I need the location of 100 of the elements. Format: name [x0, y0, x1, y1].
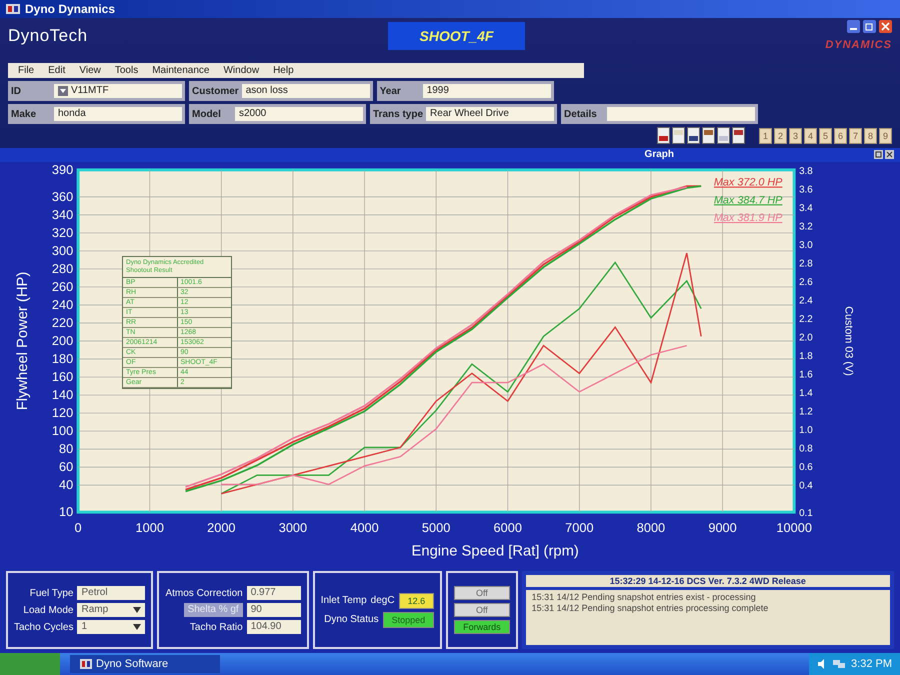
x-tick-label: 7000 [565, 520, 594, 535]
menu-item[interactable]: Edit [46, 65, 68, 76]
field-label: Customer [192, 86, 239, 96]
y2-tick-label: 1.6 [799, 369, 813, 380]
y-tick-label: 80 [59, 440, 74, 456]
y2-tick-label: 2.8 [799, 258, 813, 270]
clock-time: 3:32 PM [851, 658, 892, 670]
text-field[interactable]: Petrol [77, 586, 146, 600]
toggle-button[interactable]: Off [454, 586, 510, 600]
field-label: Year [380, 86, 402, 96]
toggle-button[interactable]: Off [454, 603, 510, 617]
x-tick-label: 4000 [350, 520, 379, 535]
x-tick-label: 8000 [636, 520, 666, 535]
taskbar-button[interactable]: Dyno Software [70, 655, 220, 673]
run-number-button[interactable]: 1 [759, 128, 772, 144]
field-label: Make [11, 108, 38, 120]
run-number-button[interactable]: 4 [804, 128, 817, 144]
y-tick-label: 10 [59, 504, 74, 519]
y2-tick-label: 0.8 [799, 443, 813, 454]
y2-tick-label: 3.8 [799, 166, 813, 177]
field-label: Tacho Cycles [14, 622, 74, 632]
text-field[interactable]: honda [54, 107, 182, 121]
legend-label: Max 381.9 HP [714, 212, 782, 224]
y2-tick-label: 2.6 [799, 276, 813, 288]
menu-item[interactable]: Tools [112, 65, 140, 76]
field-label: Atmos Correction [165, 588, 243, 598]
y2-tick-label: 2.0 [799, 332, 813, 344]
y2-tick-label: 1.0 [799, 424, 813, 436]
x-tick-label: 10000 [776, 520, 812, 535]
y-tick-label: 200 [52, 332, 74, 348]
x-tick-label: 9000 [708, 520, 737, 535]
field-label: Model [192, 108, 222, 120]
menu-item[interactable]: File [16, 65, 36, 76]
status-header: 15:32:29 14-12-16 DCS Ver. 7.3.2 4WD Release [526, 575, 890, 587]
y2-tick-label: 1.2 [799, 406, 813, 418]
dropdown-field[interactable]: V11MTF [54, 84, 182, 98]
status-indicator: Stopped [382, 612, 434, 628]
menu-item[interactable]: Help [271, 65, 296, 76]
x-tick-label: 6000 [494, 520, 522, 535]
text-field[interactable]: 104.90 [246, 620, 301, 634]
text-field[interactable]: Rear Wheel Drive [426, 107, 554, 121]
y-tick-label: 240 [52, 296, 74, 312]
run-number-button[interactable]: 7 [849, 128, 862, 144]
y2-tick-label: 3.0 [799, 240, 813, 251]
menu-item[interactable]: View [77, 65, 103, 76]
status-indicator: 12.6 [398, 592, 434, 608]
log-entry: 15:31 14/12 Pending snapshot entries exist - processing [532, 592, 757, 602]
field-label: Details [564, 108, 598, 120]
y2-axis-title: Custom 03 (V) [842, 306, 854, 376]
y-tick-label: 140 [52, 386, 74, 402]
dropdown-field[interactable]: Ramp [77, 603, 146, 617]
run-number-button[interactable]: 6 [834, 128, 847, 144]
y-tick-label: 160 [52, 368, 74, 384]
y-tick-label: 320 [52, 224, 74, 240]
y-tick-label: 360 [52, 188, 74, 204]
run-number-button[interactable]: 5 [819, 128, 832, 144]
y-tick-label: 260 [52, 278, 74, 294]
field-label: ID [11, 86, 22, 96]
dropdown-field[interactable]: 1 [77, 620, 146, 634]
field-label: Tacho Ratio [190, 622, 243, 632]
y2-tick-label: 0.4 [799, 480, 813, 492]
y2-tick-label: 2.2 [799, 314, 813, 325]
field-label: Load Mode [23, 604, 74, 616]
run-number-button[interactable]: 3 [789, 128, 802, 144]
y-tick-label: 120 [52, 404, 74, 420]
y2-tick-label: 3.4 [799, 202, 813, 214]
x-tick-label: 0 [74, 520, 82, 535]
brand-logo: DYNAMICS [825, 39, 892, 51]
y-tick-label: 60 [59, 458, 74, 474]
text-field[interactable]: 1999 [422, 84, 551, 98]
menu-item[interactable]: Maintenance [150, 65, 212, 76]
unit-label: degC [370, 595, 395, 606]
y-tick-label: 220 [52, 314, 74, 330]
run-number-button[interactable]: 8 [864, 128, 877, 144]
run-number-button[interactable]: 2 [774, 128, 787, 144]
run-number-button[interactable]: 9 [879, 128, 892, 144]
y-tick-label: 390 [52, 162, 74, 177]
run-name-banner: SHOOT_4F [388, 22, 526, 50]
menu-item[interactable]: Window [221, 65, 262, 76]
x-axis-title: Engine Speed [Rat] (rpm) [412, 543, 579, 560]
field-label: Dyno Status [324, 614, 379, 625]
y-tick-label: 340 [52, 206, 74, 222]
toggle-button[interactable]: Forwards [454, 620, 510, 634]
x-tick-label: 2000 [207, 520, 236, 535]
y-tick-label: 180 [52, 350, 74, 366]
field-label: Inlet Temp [320, 595, 367, 606]
x-tick-label: 3000 [278, 520, 308, 535]
text-field[interactable]: s2000 [235, 107, 363, 121]
graph-title: Graph [644, 149, 674, 160]
field-label: Fuel Type [30, 588, 74, 598]
y2-tick-label: 1.8 [799, 350, 813, 362]
y-tick-label: 280 [52, 260, 74, 276]
y2-tick-label: 2.4 [799, 295, 813, 306]
text-field[interactable]: 0.977 [246, 586, 301, 600]
text-field[interactable]: ason loss [242, 84, 370, 98]
y2-tick-label: 1.4 [799, 388, 813, 399]
window-title: Dyno Dynamics [25, 2, 116, 16]
x-tick-label: 1000 [136, 520, 164, 535]
legend-label: Max 384.7 HP [714, 194, 782, 206]
y-tick-label: 100 [52, 422, 74, 438]
